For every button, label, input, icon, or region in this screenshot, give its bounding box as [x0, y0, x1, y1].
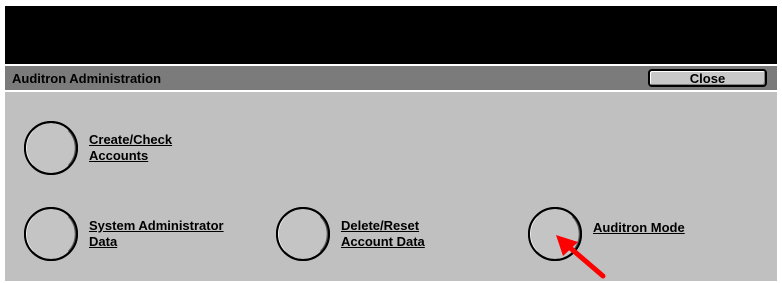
- delete-reset-account-data-feature[interactable]: Delete/Reset Account Data: [275, 206, 425, 262]
- message-area: [5, 6, 777, 64]
- system-administrator-data-button[interactable]: [23, 206, 79, 262]
- close-button-label: Close: [689, 70, 726, 86]
- feature-label-line: Accounts: [89, 148, 149, 163]
- system-administrator-data-label: System Administrator Data: [89, 218, 224, 250]
- round-button-icon: [24, 121, 78, 175]
- round-button-icon: [276, 207, 330, 261]
- delete-reset-account-data-label: Delete/Reset Account Data: [341, 218, 425, 250]
- delete-reset-account-data-button[interactable]: [275, 206, 331, 262]
- feature-label-line: Data: [89, 234, 118, 249]
- create-check-accounts-label: Create/Check Accounts: [89, 132, 172, 164]
- round-button-icon: [24, 207, 78, 261]
- window-title: Auditron Administration: [12, 71, 162, 86]
- auditron-mode-feature[interactable]: Auditron Mode: [527, 206, 685, 262]
- feature-label-line: Delete/Reset: [341, 218, 420, 233]
- system-administrator-data-feature[interactable]: System Administrator Data: [23, 206, 224, 262]
- create-check-accounts-feature[interactable]: Create/Check Accounts: [23, 120, 172, 176]
- close-button[interactable]: Close: [648, 69, 767, 87]
- title-bar: Auditron Administration Close: [5, 64, 777, 92]
- feature-label-line: Account Data: [341, 234, 425, 249]
- feature-label-line: Create/Check: [89, 132, 173, 147]
- feature-label-line: System Administrator: [89, 218, 224, 233]
- auditron-mode-button[interactable]: [527, 206, 583, 262]
- create-check-accounts-button[interactable]: [23, 120, 79, 176]
- auditron-mode-label: Auditron Mode: [593, 220, 685, 236]
- feature-label-line: Auditron Mode: [593, 220, 685, 235]
- round-button-icon: [528, 207, 582, 261]
- auditron-admin-screen: Auditron Administration Close Create/Che…: [5, 6, 777, 281]
